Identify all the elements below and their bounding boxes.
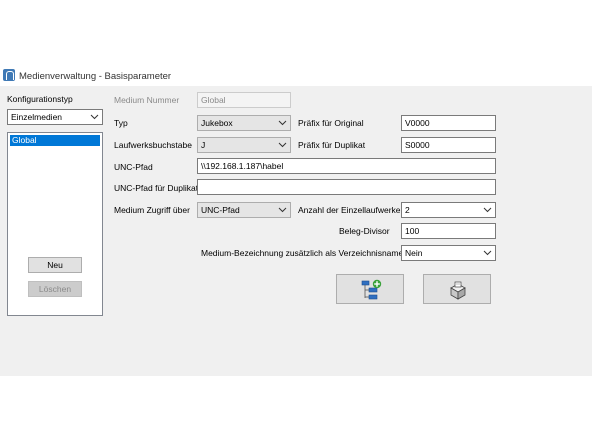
title-bar: Medienverwaltung - Basisparameter: [0, 66, 592, 86]
dialog-window: Medienverwaltung - Basisparameter Konfig…: [0, 66, 592, 376]
unc-pfad-label: UNC-Pfad: [114, 162, 153, 172]
chevron-down-icon: [278, 120, 287, 126]
add-structure-button[interactable]: [336, 274, 404, 304]
archive-box-icon: [450, 281, 466, 300]
unc-pfad-field[interactable]: \\192.168.1.187\habel: [197, 158, 496, 174]
window-title: Medienverwaltung - Basisparameter: [19, 71, 172, 82]
medium-bezeichnung-select[interactable]: Nein: [401, 245, 496, 261]
laufwerksbuchstabe-select[interactable]: J: [197, 137, 291, 153]
medium-zugriff-value: UNC-Pfad: [201, 205, 240, 215]
konfigurationstyp-value: Einzelmedien: [11, 112, 63, 122]
praefix-original-label: Präfix für Original: [298, 118, 364, 128]
medium-nummer-field[interactable]: Global: [197, 92, 291, 108]
new-button[interactable]: Neu: [28, 257, 82, 273]
praefix-original-field[interactable]: V0000: [401, 115, 496, 131]
chevron-down-icon: [483, 250, 492, 256]
chevron-down-icon: [278, 142, 287, 148]
chevron-down-icon: [278, 207, 287, 213]
list-item[interactable]: Global: [10, 135, 100, 146]
app-icon: [3, 69, 15, 81]
laufwerksbuchstabe-value: J: [201, 140, 206, 150]
typ-label: Typ: [114, 118, 128, 128]
typ-select[interactable]: Jukebox: [197, 115, 291, 131]
beleg-divisor-field[interactable]: 100: [401, 223, 496, 239]
anzahl-einzellaufwerke-label: Anzahl der Einzellaufwerke: [298, 205, 401, 215]
delete-button[interactable]: Löschen: [28, 281, 82, 297]
laufwerksbuchstabe-label: Laufwerksbuchstabe: [114, 140, 192, 150]
medium-bezeichnung-value: Nein: [405, 248, 423, 258]
konfigurationstyp-select[interactable]: Einzelmedien: [7, 109, 103, 125]
chevron-down-icon: [90, 114, 99, 120]
konfigurationstyp-label: Konfigurationstyp: [7, 94, 73, 104]
medium-bezeichnung-label: Medium-Bezeichnung zusätzlich als Verzei…: [201, 248, 404, 258]
chevron-down-icon: [483, 207, 492, 213]
anzahl-einzellaufwerke-value: 2: [405, 205, 410, 215]
anzahl-einzellaufwerke-select[interactable]: 2: [401, 202, 496, 218]
add-tree-structure-icon: [361, 279, 382, 300]
beleg-divisor-label: Beleg-Divisor: [339, 226, 390, 236]
typ-value: Jukebox: [201, 118, 233, 128]
praefix-duplikat-label: Präfix für Duplikat: [298, 140, 366, 150]
medium-nummer-label: Medium Nummer: [114, 95, 180, 105]
praefix-duplikat-field[interactable]: S0000: [401, 137, 496, 153]
medium-zugriff-label: Medium Zugriff über: [114, 205, 190, 215]
unc-pfad-duplikat-label: UNC-Pfad für Duplikat: [114, 183, 199, 193]
archive-button[interactable]: [423, 274, 491, 304]
medium-zugriff-select[interactable]: UNC-Pfad: [197, 202, 291, 218]
unc-pfad-duplikat-field[interactable]: [197, 179, 496, 195]
